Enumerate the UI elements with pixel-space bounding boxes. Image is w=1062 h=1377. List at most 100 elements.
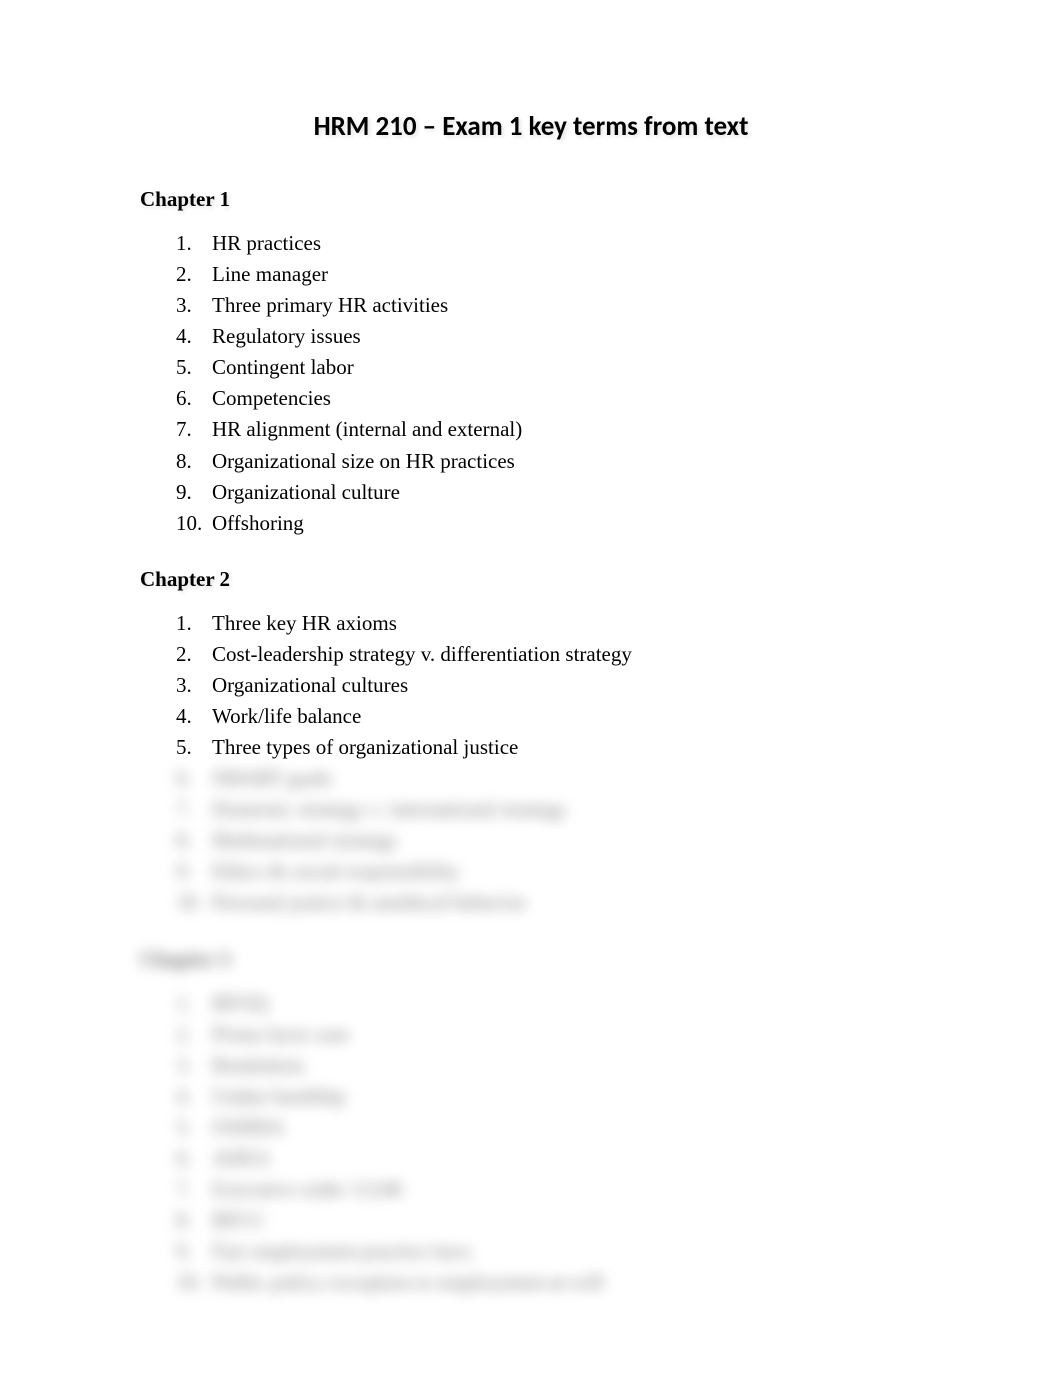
list-item-blurred: 6.SMART goals: [176, 763, 952, 794]
list-number: 3.: [176, 670, 212, 701]
list-number: 9.: [176, 856, 212, 887]
list-text: Three types of organizational justice: [212, 732, 952, 763]
list-number: 5.: [176, 1112, 212, 1143]
list-number: 7.: [176, 794, 212, 825]
list-text: Cost-leadership strategy v. differentiat…: [212, 639, 952, 670]
list-number: 1.: [176, 988, 212, 1019]
list-number: 2.: [176, 259, 212, 290]
list-number: 6.: [176, 763, 212, 794]
list-text: Offshoring: [212, 508, 952, 539]
list-text: ADEA: [212, 1143, 952, 1174]
list-number: 5.: [176, 732, 212, 763]
list-text: Ethics & social responsibility: [212, 856, 952, 887]
list-text: Public policy exception to employment-at…: [212, 1267, 952, 1298]
list-number: 10.: [176, 508, 212, 539]
list-text: Work/life balance: [212, 701, 952, 732]
list-text: Organizational cultures: [212, 670, 952, 701]
list-item: 2.Cost-leadership strategy v. differenti…: [176, 639, 952, 670]
list-item: 2.Line manager: [176, 259, 952, 290]
list-text: Personal justice & unethical behavior: [212, 887, 952, 918]
list-item-blurred: 4.Undue hardship: [176, 1081, 952, 1112]
list-text: Domestic strategy v. international strat…: [212, 794, 952, 825]
list-item-blurred: 1.BFOQ: [176, 988, 952, 1019]
list-number: 6.: [176, 383, 212, 414]
list-number: 3.: [176, 290, 212, 321]
chapter-3-heading-blurred: Chapter 3: [140, 947, 230, 972]
list-item: 4.Regulatory issues: [176, 321, 952, 352]
list-text: Retaliation: [212, 1050, 952, 1081]
list-item: 5.Three types of organizational justice: [176, 732, 952, 763]
list-item: 1.HR practices: [176, 228, 952, 259]
list-text: OSHHA: [212, 1112, 952, 1143]
list-item-blurred: 8.Multinational strategy: [176, 825, 952, 856]
list-item: 7.HR alignment (internal and external): [176, 414, 952, 445]
list-item: 6.Competencies: [176, 383, 952, 414]
list-number: 6.: [176, 1143, 212, 1174]
list-text: Organizational size on HR practices: [212, 446, 952, 477]
chapter-1-list: 1.HR practices 2.Line manager 3.Three pr…: [176, 228, 952, 539]
list-number: 2.: [176, 1019, 212, 1050]
chapter-3-block: Chapter 3 1.BFOQ 2.Prima facie case 3.Re…: [140, 939, 952, 1299]
list-number: 7.: [176, 414, 212, 445]
list-item-blurred: 3.Retaliation: [176, 1050, 952, 1081]
list-text: BFOQ: [212, 988, 952, 1019]
list-item: 9.Organizational culture: [176, 477, 952, 508]
list-item: 8.Organizational size on HR practices: [176, 446, 952, 477]
list-text: Undue hardship: [212, 1081, 952, 1112]
list-text: Regulatory issues: [212, 321, 952, 352]
list-text: Three key HR axioms: [212, 608, 952, 639]
list-item-blurred: 5.OSHHA: [176, 1112, 952, 1143]
chapter-2-list-blurred: 6.SMART goals 7.Domestic strategy v. int…: [176, 763, 952, 918]
list-number: 4.: [176, 701, 212, 732]
chapter-1-block: Chapter 1 1.HR practices 2.Line manager …: [140, 179, 952, 539]
list-text: Prima facie case: [212, 1019, 952, 1050]
list-text: Executive order 11246: [212, 1174, 952, 1205]
list-number: 2.: [176, 639, 212, 670]
list-number: 3.: [176, 1050, 212, 1081]
list-text: Three primary HR activities: [212, 290, 952, 321]
list-item-blurred: 7.Executive order 11246: [176, 1174, 952, 1205]
list-item-blurred: 9.Ethics & social responsibility: [176, 856, 952, 887]
list-number: 4.: [176, 321, 212, 352]
list-item: 5.Contingent labor: [176, 352, 952, 383]
list-item-blurred: 10.Public policy exception to employment…: [176, 1267, 952, 1298]
list-item: 10.Offshoring: [176, 508, 952, 539]
list-text: Line manager: [212, 259, 952, 290]
list-item: 4.Work/life balance: [176, 701, 952, 732]
list-number: 9.: [176, 477, 212, 508]
list-text: SMART goals: [212, 763, 952, 794]
list-number: 7.: [176, 1174, 212, 1205]
list-number: 8.: [176, 446, 212, 477]
list-item: 3.Organizational cultures: [176, 670, 952, 701]
chapter-2-list: 1.Three key HR axioms 2.Cost-leadership …: [176, 608, 952, 763]
list-text: Multinational strategy: [212, 825, 952, 856]
list-number: 9.: [176, 1236, 212, 1267]
list-number: 8.: [176, 1205, 212, 1236]
list-item-blurred: 2.Prima facie case: [176, 1019, 952, 1050]
chapter-1-heading: Chapter 1: [140, 187, 230, 212]
chapter-3-list-blurred: 1.BFOQ 2.Prima facie case 3.Retaliation …: [176, 988, 952, 1299]
list-item: 1.Three key HR axioms: [176, 608, 952, 639]
list-item-blurred: 8.BFCC: [176, 1205, 952, 1236]
list-text: Contingent labor: [212, 352, 952, 383]
list-text: Fair employment practice laws: [212, 1236, 952, 1267]
list-item-blurred: 9.Fair employment practice laws: [176, 1236, 952, 1267]
list-item-blurred: 6.ADEA: [176, 1143, 952, 1174]
list-number: 1.: [176, 228, 212, 259]
list-text: Organizational culture: [212, 477, 952, 508]
list-text: Competencies: [212, 383, 952, 414]
list-text: HR practices: [212, 228, 952, 259]
list-item-blurred: 7.Domestic strategy v. international str…: [176, 794, 952, 825]
list-number: 8.: [176, 825, 212, 856]
list-text: HR alignment (internal and external): [212, 414, 952, 445]
list-number: 10.: [176, 1267, 212, 1298]
chapter-2-block: Chapter 2 1.Three key HR axioms 2.Cost-l…: [140, 559, 952, 919]
chapter-2-heading: Chapter 2: [140, 567, 230, 592]
list-item-blurred: 10.Personal justice & unethical behavior: [176, 887, 952, 918]
list-text: BFCC: [212, 1205, 952, 1236]
list-number: 5.: [176, 352, 212, 383]
list-number: 10.: [176, 887, 212, 918]
list-number: 1.: [176, 608, 212, 639]
list-number: 4.: [176, 1081, 212, 1112]
page-title: HRM 210 – Exam 1 key terms from text: [110, 110, 952, 143]
